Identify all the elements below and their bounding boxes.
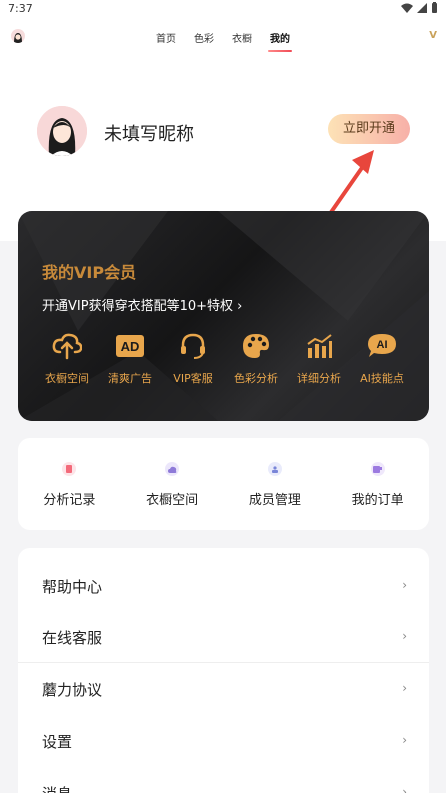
list-item-help-center[interactable]: 帮助中心 ›: [18, 560, 429, 612]
list-item-agreement[interactable]: 蘑力协议 ›: [18, 663, 429, 715]
tab-wardrobe[interactable]: 衣橱: [232, 28, 252, 47]
vip-card[interactable]: 我的VIP会员 开通VIP获得穿衣搭配等10+特权 › 衣橱空间 AD 清爽广告…: [18, 211, 429, 421]
settings-list: 帮助中心 › 在线客服 › 蘑力协议 › 设置 › 消息 ›: [18, 548, 429, 793]
nav-tabs: 首页 色彩 衣橱 我的: [0, 28, 446, 52]
perk-color-analysis[interactable]: 色彩分析: [227, 330, 285, 386]
status-time: 7:37: [8, 2, 33, 15]
quick-label: 分析记录: [43, 493, 96, 508]
perk-label: 详细分析: [297, 372, 341, 385]
ai-icon: AI: [368, 334, 396, 357]
quick-wardrobe-space[interactable]: 衣橱空间: [121, 438, 224, 530]
list-item-label: 设置: [42, 733, 73, 751]
svg-text:AD: AD: [121, 339, 140, 354]
perk-vip-service[interactable]: VIP客服: [164, 330, 222, 386]
record-icon: [62, 462, 77, 476]
list-item-label: 帮助中心: [42, 578, 103, 596]
quick-label: 成员管理: [248, 493, 301, 508]
cloud-upload-icon: [52, 333, 82, 360]
perk-label: 衣橱空间: [45, 372, 89, 385]
open-vip-button[interactable]: 立即开通: [328, 114, 410, 144]
ad-icon: AD: [116, 335, 144, 357]
list-item-label: 在线客服: [42, 629, 103, 647]
bar-chart-icon: [307, 334, 332, 358]
order-icon: [370, 462, 385, 476]
list-item-messages[interactable]: 消息 ›: [18, 767, 429, 793]
perk-label: 色彩分析: [234, 372, 278, 385]
quick-analysis-records[interactable]: 分析记录: [18, 438, 121, 530]
tab-color[interactable]: 色彩: [194, 28, 214, 47]
svg-text:AI: AI: [377, 339, 388, 351]
chevron-right-icon: ›: [402, 681, 407, 695]
battery-icon: [432, 2, 437, 13]
vip-title: 我的VIP会员: [42, 263, 137, 282]
card-background-pattern: [18, 211, 429, 421]
top-nav: 首页 色彩 衣橱 我的 V: [0, 20, 446, 56]
user-avatar-icon: [37, 106, 87, 156]
vip-mark-icon[interactable]: V: [429, 30, 437, 41]
nickname[interactable]: 未填写昵称: [104, 120, 194, 146]
list-item-online-service[interactable]: 在线客服 ›: [18, 611, 429, 663]
perk-detail-analysis[interactable]: 详细分析: [290, 330, 348, 386]
chevron-right-icon: ›: [402, 733, 407, 747]
wifi-icon: [401, 3, 413, 13]
vip-perks: 衣橱空间 AD 清爽广告 VIP客服 色彩分析 详细分析 AI AI技能点: [38, 330, 411, 386]
chevron-right-icon: ›: [402, 629, 407, 643]
perk-label: AI技能点: [360, 372, 404, 385]
cloud-icon: [165, 462, 180, 476]
list-item-label: 蘑力协议: [42, 681, 103, 699]
quick-my-orders[interactable]: 我的订单: [326, 438, 429, 530]
quick-label: 衣橱空间: [146, 493, 199, 508]
chevron-right-icon: ›: [402, 578, 407, 592]
quick-member-management[interactable]: 成员管理: [224, 438, 327, 530]
list-item-settings[interactable]: 设置 ›: [18, 715, 429, 767]
tab-mine[interactable]: 我的: [268, 28, 292, 52]
avatar[interactable]: [37, 106, 87, 156]
chevron-right-icon: ›: [402, 785, 407, 793]
perk-no-ads[interactable]: AD 清爽广告: [101, 330, 159, 386]
status-icons: [401, 2, 438, 13]
members-icon: [267, 462, 282, 476]
palette-icon: [243, 334, 269, 358]
list-item-label: 消息: [42, 783, 72, 793]
vip-subtitle-link[interactable]: 开通VIP获得穿衣搭配等10+特权 ›: [42, 295, 242, 314]
quick-label: 我的订单: [351, 493, 404, 508]
status-bar: 7:37: [0, 0, 446, 20]
quick-menu: 分析记录 衣橱空间 成员管理 我的订单: [18, 438, 429, 530]
perk-label: 清爽广告: [108, 372, 152, 385]
perk-ai-points[interactable]: AI AI技能点: [353, 330, 411, 386]
perk-wardrobe-space[interactable]: 衣橱空间: [38, 330, 96, 386]
signal-icon: [417, 2, 427, 13]
perk-label: VIP客服: [173, 372, 213, 385]
headset-icon: [181, 333, 205, 359]
tab-home[interactable]: 首页: [156, 28, 176, 47]
